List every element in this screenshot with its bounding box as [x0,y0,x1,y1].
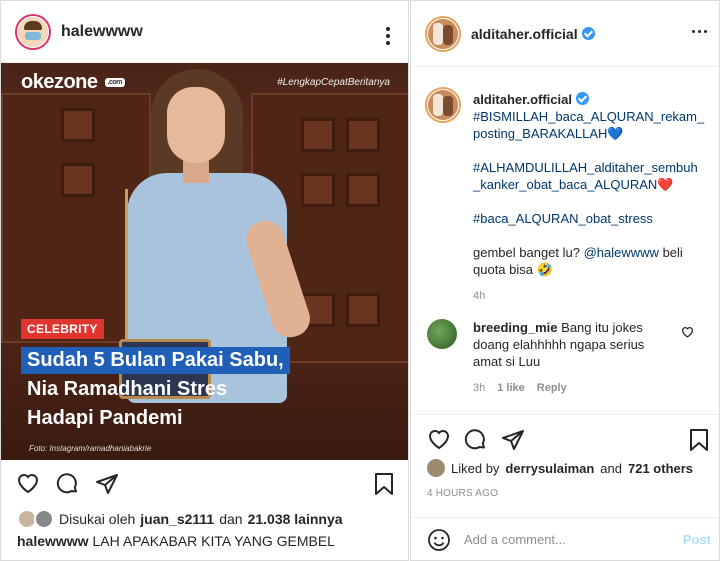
share-icon[interactable] [95,472,119,496]
comment-username[interactable]: breeding_mie [473,320,558,335]
comment-text: doang elahhhhh ngapa serius [473,337,645,352]
bookmark-icon[interactable] [689,428,709,452]
okezone-logo: okezone .com [21,71,125,94]
verified-icon [581,26,595,40]
caption-text: LAH APAKABAR KITA YANG GEMBEL [92,533,335,549]
hashtag-line[interactable]: #BISMILLAH_baca_ALQURAN_rekam_ [473,108,713,125]
category-badge: CELEBRITY [21,319,104,339]
likes-prefix: Liked by [451,460,500,476]
liker-avatar [427,459,445,477]
heart-icon[interactable] [427,428,451,450]
hashtag-line[interactable]: #ALHAMDULILLAH_alditaher_sembuh [473,159,713,176]
comment-icon[interactable] [56,472,80,496]
avatar[interactable] [425,15,461,52]
reply-button[interactable]: Reply [537,380,567,397]
headline-line-2: Nia Ramadhani Stres [27,378,228,400]
liker-avatar [34,509,54,529]
mention-link[interactable]: @halewwww [584,245,659,260]
emoji-icon[interactable] [427,528,451,552]
post-button[interactable]: Post [683,532,711,547]
username[interactable]: halewwww [61,23,143,41]
right-post-panel: alditaher.official alditaher.official #B… [410,0,720,561]
left-action-bar [1,460,408,506]
comment-text: Bang itu jokes [561,320,643,335]
hashtag-line[interactable]: #baca_ALQURAN_obat_stress [473,210,713,227]
post-caption: alditaher.official #BISMILLAH_baca_ALQUR… [473,91,713,305]
headline-line-3: Hadapi Pandemi [27,407,183,429]
red-heart-emoji: ❤️ [657,177,674,192]
comment-time[interactable]: 3h [473,380,485,397]
heart-icon[interactable] [16,472,40,494]
avatar[interactable] [15,13,51,50]
likes-mid: and [600,460,622,476]
caption-username[interactable]: halewwww [17,533,89,549]
likes-mid: dan [219,511,243,527]
share-icon[interactable] [501,428,525,452]
left-post-panel: halewwww okezone .com #LengkapCepatBerit… [0,0,409,561]
more-options-icon[interactable] [386,27,390,45]
comment: breeding_mie Bang itu jokes doang elahhh… [473,319,683,397]
add-comment-row: Add a comment... Post [411,517,719,560]
username[interactable]: alditaher.official [471,26,595,42]
right-action-divider [411,414,719,415]
hashtag-line[interactable]: posting_BARAKALLAH [473,126,607,141]
liked-user[interactable]: juan_s2111 [140,511,214,527]
hashtag-line[interactable]: _kanker_obat_baca_ALQURAN [473,177,657,192]
caption-text: gembel banget lu? [473,245,580,260]
more-options-icon[interactable] [692,30,707,33]
comment-text: amat si Luu [473,354,541,369]
post-author[interactable]: alditaher.official [473,92,572,107]
caption-text: quota bisa [473,262,533,277]
right-post-header: alditaher.official [411,1,719,67]
post-time[interactable]: 4h [473,288,713,305]
headline-line-1: Sudah 5 Bulan Pakai Sabu, [21,347,290,374]
caption-text: beli [662,245,683,260]
bookmark-icon[interactable] [374,472,394,496]
likes-count[interactable]: 721 others [628,461,693,476]
likes-summary: Liked by derrysulaiman and 721 others [427,459,693,477]
likes-summary: Disukai oleh juan_s2111 dan 21.038 lainn… [17,509,397,529]
post-image[interactable]: okezone .com #LengkapCepatBeritanya CELEB… [1,63,408,460]
likes-count[interactable]: 21.038 lainnya [248,511,343,527]
post-timestamp[interactable]: 4 HOURS AGO [427,488,498,499]
comment-icon[interactable] [464,428,488,452]
comment-likes[interactable]: 1 like [497,380,525,397]
comment-like-icon[interactable] [681,326,694,338]
comment-input[interactable]: Add a comment... [464,532,566,547]
verified-icon [575,92,589,105]
commenter-avatar[interactable] [427,319,457,349]
blue-heart-emoji: 💙 [607,126,624,141]
liked-user[interactable]: derrysulaiman [505,461,594,476]
photo-credit: Foto: Instagram/ramadhaniabakrie [29,444,152,453]
caption: halewwww LAH APAKABAR KITA YANG GEMBEL [17,533,397,549]
laughing-emoji: 🤣 [536,262,553,277]
image-hashtag: #LengkapCepatBeritanya [277,77,390,88]
left-post-header: halewwww [1,1,408,63]
likes-prefix: Disukai oleh [59,511,136,527]
author-avatar[interactable] [425,87,461,123]
